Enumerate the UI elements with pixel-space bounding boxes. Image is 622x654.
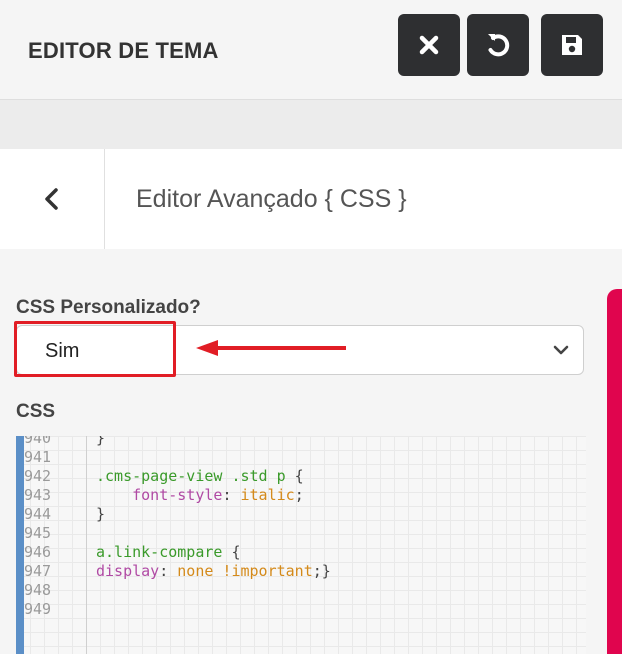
code-token: ;}	[312, 562, 331, 580]
code-line: .cms-page-view .std p {	[96, 467, 304, 486]
chevron-down-icon	[553, 345, 569, 355]
code-token: :	[222, 486, 241, 504]
code-line: display: none !important;}	[96, 562, 331, 581]
code-line: }	[96, 436, 105, 448]
code-token: font-style	[96, 486, 223, 504]
settings-panel: CSS Personalizado? Sim CSS 940} 941 942 .cm…	[0, 249, 622, 654]
line-number: 944	[24, 505, 52, 523]
code-token: {	[285, 467, 304, 485]
accent-scroll-bar[interactable]	[607, 289, 622, 654]
back-button[interactable]	[0, 149, 105, 249]
line-number: 948	[24, 581, 52, 599]
page-title: EDITOR DE TEMA	[28, 38, 219, 63]
section-bar: Editor Avançado { CSS }	[0, 149, 622, 249]
code-token: ;	[294, 486, 304, 504]
code-token: italic	[240, 486, 295, 504]
line-number: 945	[24, 524, 52, 542]
line-number: 942	[24, 467, 52, 485]
code-token: a.link-compare	[96, 543, 223, 561]
css-code-editor[interactable]: 940} 941 942 .cms-page-view .std p {943 fon…	[16, 436, 586, 654]
code-token: }	[96, 436, 106, 447]
annotation-highlight-box	[14, 321, 176, 377]
code-line: }	[96, 505, 105, 524]
code-line: font-style: italic;	[96, 486, 304, 505]
header: EDITOR DE TEMA	[0, 0, 622, 100]
line-number: 940	[24, 436, 52, 447]
code-token: .cms-page-view .std p	[96, 467, 286, 485]
reset-button[interactable]	[467, 14, 529, 76]
save-button[interactable]	[541, 14, 603, 76]
code-token: :	[159, 562, 178, 580]
line-number: 943	[24, 486, 52, 504]
save-icon	[562, 35, 582, 55]
annotation-arrow	[196, 340, 346, 356]
code-line: a.link-compare {	[96, 543, 241, 562]
close-icon	[419, 35, 439, 55]
code-token: none !important	[177, 562, 313, 580]
undo-icon	[488, 34, 510, 57]
line-number: 946	[24, 543, 52, 561]
code-token: {	[222, 543, 241, 561]
line-number: 941	[24, 448, 52, 466]
chevron-left-icon	[45, 188, 58, 210]
line-number: 947	[24, 562, 52, 580]
close-button[interactable]	[398, 14, 460, 76]
section-title: Editor Avançado { CSS }	[136, 185, 407, 213]
line-number: 949	[24, 600, 52, 618]
css-label: CSS	[16, 401, 56, 422]
header-spacer	[0, 100, 622, 149]
custom-css-label: CSS Personalizado?	[16, 297, 201, 318]
editor-stripe	[16, 436, 24, 654]
code-token: display	[96, 562, 160, 580]
code-token: }	[96, 505, 106, 523]
